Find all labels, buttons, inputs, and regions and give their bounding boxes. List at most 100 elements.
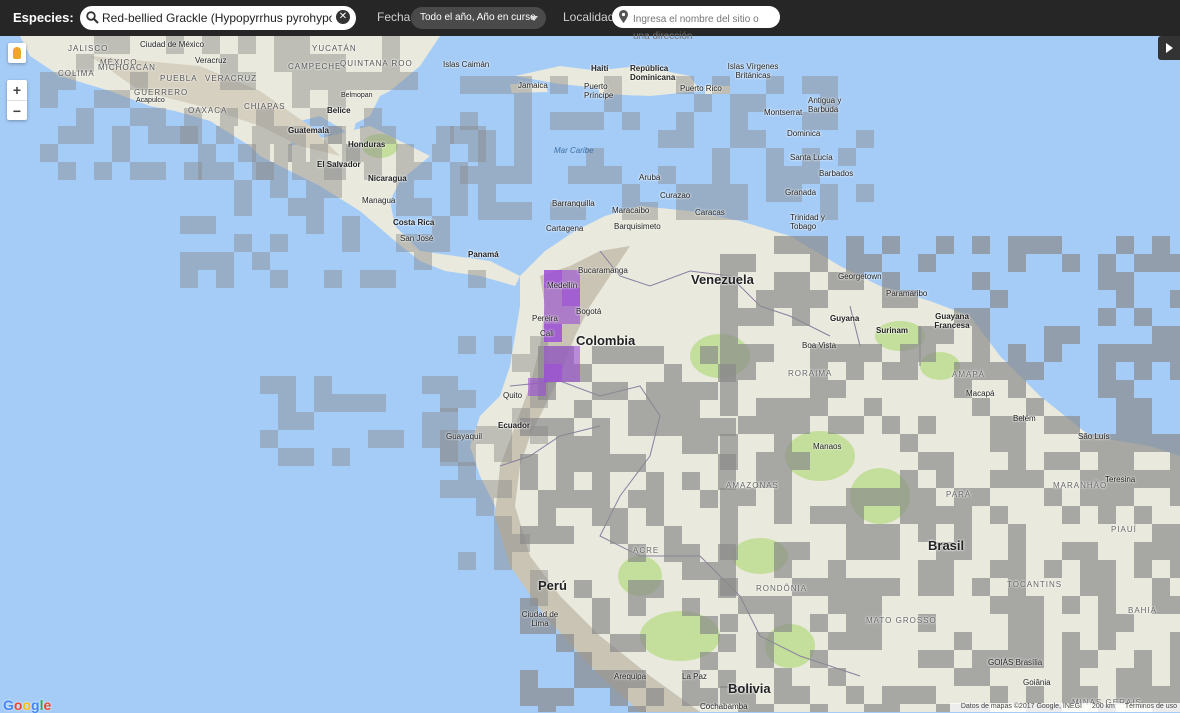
grid-cell[interactable] bbox=[682, 472, 700, 490]
grid-cell[interactable] bbox=[94, 90, 112, 108]
grid-cell[interactable] bbox=[414, 198, 432, 216]
grid-cell[interactable] bbox=[1116, 272, 1134, 290]
sighting-cell[interactable] bbox=[544, 364, 562, 382]
grid-cell[interactable] bbox=[810, 398, 828, 416]
grid-cell[interactable] bbox=[810, 254, 828, 272]
grid-cell[interactable] bbox=[112, 144, 130, 162]
grid-cell[interactable] bbox=[756, 650, 774, 668]
grid-cell[interactable] bbox=[314, 394, 332, 412]
grid-cell[interactable] bbox=[756, 596, 774, 614]
grid-cell[interactable] bbox=[622, 184, 640, 202]
grid-cell[interactable] bbox=[972, 326, 990, 344]
grid-cell[interactable] bbox=[574, 400, 592, 418]
grid-cell[interactable] bbox=[882, 416, 900, 434]
grid-cell[interactable] bbox=[1098, 362, 1116, 380]
grid-cell[interactable] bbox=[676, 202, 694, 220]
grid-cell[interactable] bbox=[864, 632, 882, 650]
grid-cell[interactable] bbox=[1098, 614, 1116, 632]
grid-cell[interactable] bbox=[112, 126, 130, 144]
grid-cell[interactable] bbox=[58, 162, 76, 180]
grid-cell[interactable] bbox=[882, 686, 900, 704]
grid-cell[interactable] bbox=[846, 344, 864, 362]
grid-cell[interactable] bbox=[700, 436, 718, 454]
grid-cell[interactable] bbox=[556, 688, 574, 706]
grid-cell[interactable] bbox=[1026, 686, 1044, 704]
grid-cell[interactable] bbox=[1044, 488, 1062, 506]
grid-cell[interactable] bbox=[882, 542, 900, 560]
grid-cell[interactable] bbox=[720, 434, 738, 452]
grid-cell[interactable] bbox=[592, 346, 610, 364]
grid-cell[interactable] bbox=[538, 688, 556, 706]
grid-cell[interactable] bbox=[766, 184, 784, 202]
grid-cell[interactable] bbox=[972, 488, 990, 506]
grid-cell[interactable] bbox=[556, 418, 574, 436]
grid-cell[interactable] bbox=[130, 162, 148, 180]
grid-cell[interactable] bbox=[810, 290, 828, 308]
grid-cell[interactable] bbox=[774, 668, 792, 686]
grid-cell[interactable] bbox=[730, 94, 748, 112]
grid-cell[interactable] bbox=[682, 400, 700, 418]
grid-cell[interactable] bbox=[972, 668, 990, 686]
grid-cell[interactable] bbox=[386, 430, 404, 448]
grid-cell[interactable] bbox=[496, 166, 514, 184]
grid-cell[interactable] bbox=[514, 94, 532, 112]
species-search-input[interactable]: Red-bellied Grackle (Hypopyrrhus pyrohyp… bbox=[80, 6, 356, 30]
grid-cell[interactable] bbox=[918, 560, 936, 578]
grid-cell[interactable] bbox=[828, 380, 846, 398]
grid-cell[interactable] bbox=[720, 398, 738, 416]
grid-cell[interactable] bbox=[234, 198, 252, 216]
grid-cell[interactable] bbox=[592, 616, 610, 634]
grid-cell[interactable] bbox=[610, 634, 628, 652]
grid-cell[interactable] bbox=[1170, 560, 1180, 578]
grid-cell[interactable] bbox=[148, 126, 166, 144]
grid-cell[interactable] bbox=[514, 202, 532, 220]
grid-cell[interactable] bbox=[1026, 596, 1044, 614]
grid-cell[interactable] bbox=[682, 562, 700, 580]
grid-cell[interactable] bbox=[628, 706, 646, 712]
grid-cell[interactable] bbox=[774, 272, 792, 290]
grid-cell[interactable] bbox=[1098, 452, 1116, 470]
grid-cell[interactable] bbox=[682, 418, 700, 436]
grid-cell[interactable] bbox=[1098, 596, 1116, 614]
grid-cell[interactable] bbox=[756, 290, 774, 308]
grid-cell[interactable] bbox=[658, 166, 676, 184]
grid-cell[interactable] bbox=[520, 688, 538, 706]
zoom-out-button[interactable]: − bbox=[7, 101, 27, 121]
grid-cell[interactable] bbox=[682, 544, 700, 562]
grid-cell[interactable] bbox=[664, 526, 682, 544]
grid-cell[interactable] bbox=[458, 480, 476, 498]
grid-cell[interactable] bbox=[198, 252, 216, 270]
grid-cell[interactable] bbox=[592, 454, 610, 472]
grid-cell[interactable] bbox=[738, 308, 756, 326]
grid-cell[interactable] bbox=[252, 162, 270, 180]
grid-cell[interactable] bbox=[1170, 344, 1180, 362]
grid-cell[interactable] bbox=[730, 112, 748, 130]
grid-cell[interactable] bbox=[792, 272, 810, 290]
grid-cell[interactable] bbox=[918, 254, 936, 272]
grid-cell[interactable] bbox=[646, 508, 664, 526]
grid-cell[interactable] bbox=[918, 452, 936, 470]
grid-cell[interactable] bbox=[198, 162, 216, 180]
grid-cell[interactable] bbox=[756, 344, 774, 362]
grid-cell[interactable] bbox=[288, 198, 306, 216]
grid-cell[interactable] bbox=[1080, 650, 1098, 668]
grid-cell[interactable] bbox=[718, 634, 736, 652]
grid-cell[interactable] bbox=[360, 270, 378, 288]
grid-cell[interactable] bbox=[954, 632, 972, 650]
grid-cell[interactable] bbox=[296, 448, 314, 466]
grid-cell[interactable] bbox=[1116, 416, 1134, 434]
grid-cell[interactable] bbox=[792, 236, 810, 254]
grid-cell[interactable] bbox=[592, 598, 610, 616]
grid-cell[interactable] bbox=[712, 148, 730, 166]
grid-cell[interactable] bbox=[682, 598, 700, 616]
grid-cell[interactable] bbox=[1026, 632, 1044, 650]
grid-cell[interactable] bbox=[328, 72, 346, 90]
grid-cell[interactable] bbox=[810, 236, 828, 254]
grid-cell[interactable] bbox=[972, 398, 990, 416]
grid-cell[interactable] bbox=[1134, 344, 1152, 362]
grid-cell[interactable] bbox=[1170, 434, 1180, 452]
grid-cell[interactable] bbox=[918, 506, 936, 524]
grid-cell[interactable] bbox=[1098, 272, 1116, 290]
grid-cell[interactable] bbox=[604, 166, 622, 184]
grid-cell[interactable] bbox=[846, 632, 864, 650]
